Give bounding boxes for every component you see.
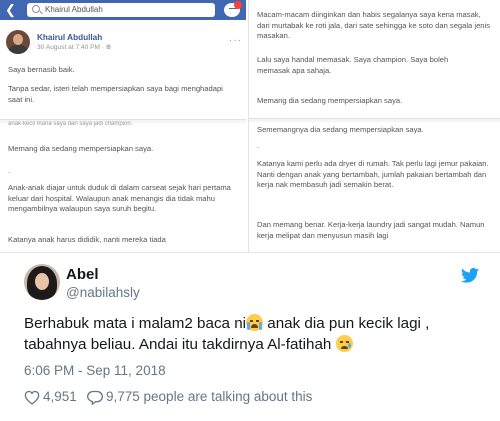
search-icon — [32, 5, 40, 13]
tweet-text-part-2: anak dia pun kecik lagi , — [263, 315, 430, 332]
tweet-author-handle[interactable]: @nabilahsly — [66, 285, 140, 300]
crying-face-icon — [335, 335, 353, 352]
image-divider — [0, 252, 500, 253]
more-options-icon: ··· — [229, 35, 242, 46]
right-text-2: Lalu saya handal memasak. Saya champion.… — [257, 55, 449, 75]
right-text-5: Katanya kami perlu ada dryer di rumah. T… — [257, 159, 489, 190]
tweet-text-part-1: Berhabuk mata i malam2 baca ni — [24, 315, 247, 332]
right-text-6: Dan memang benar. Kerja-kerja laundry ja… — [257, 220, 485, 240]
tweet-attached-image[interactable]: ❮ Khairul Abdullah Khairul Abdullah 30 A… — [0, 0, 500, 252]
heart-icon[interactable] — [24, 390, 40, 405]
facebook-post-screenshot-left: ❮ Khairul Abdullah Khairul Abdullah 30 A… — [0, 0, 246, 252]
like-count[interactable]: 4,951 — [43, 389, 77, 404]
post-text-5: Katanya anak harus dididik, nanti mereka… — [8, 235, 166, 244]
notification-badge — [234, 1, 242, 9]
loudly-crying-face-icon — [246, 314, 264, 331]
twitter-bird-icon[interactable] — [461, 268, 479, 283]
post-author-name: Khairul Abdullah — [37, 33, 103, 42]
post-text-2: Tanpa sedar, isteri telah mempersiapkan … — [8, 84, 223, 104]
post-cut-line: anak-kecil mana saya dari saya jadi cham… — [8, 121, 133, 127]
avatar-face — [35, 273, 49, 290]
tweet-author-name[interactable]: Abel — [66, 266, 99, 283]
talking-count[interactable]: 9,775 people are talking about this — [106, 389, 312, 404]
facebook-search-text: Khairul Abdullah — [45, 5, 103, 14]
tweet-author-avatar[interactable] — [24, 264, 60, 300]
tweet-text: Berhabuk mata i malam2 baca ni anak dia … — [24, 313, 484, 355]
post-text-1: Saya bernasib baik. — [8, 65, 75, 74]
screenshot-cut — [249, 118, 500, 122]
back-arrow-icon: ❮ — [5, 2, 16, 17]
facebook-search-box: Khairul Abdullah — [27, 3, 215, 17]
right-text-1: Macam-macam diinginkan dan habis segalan… — [257, 10, 491, 41]
right-dot: . — [257, 141, 260, 150]
tweet-text-part-3: tabahnya beliau. Andai itu takdirnya Al-… — [24, 336, 336, 353]
right-text-3: Memang dia sedang mempersiapkan saya. — [257, 96, 403, 105]
reply-bubble-icon[interactable] — [87, 390, 103, 405]
post-timestamp: 30 August at 7:40 PM · 🌐︎ — [37, 44, 111, 52]
globe-icon: 🌐︎ — [105, 44, 112, 51]
tweet-timestamp[interactable]: 6:06 PM - Sep 11, 2018 — [24, 363, 166, 378]
right-text-4: Sememangnya dia sedang mempersiapkan say… — [257, 125, 424, 134]
post-timestamp-text: 30 August at 7:40 PM · — [37, 44, 106, 51]
post-text-4: Anak-anak diajar untuk duduk di dalam ca… — [8, 183, 231, 214]
tweet-embed: ❮ Khairul Abdullah Khairul Abdullah 30 A… — [0, 0, 500, 421]
post-text-3: Memang dia sedang mempersiapkan saya. — [8, 144, 154, 153]
post-dot: . — [8, 166, 11, 175]
post-author-avatar — [6, 30, 30, 54]
facebook-post-screenshot-right: Macam-macam diinginkan dan habis segalan… — [248, 0, 500, 252]
facebook-top-bar: ❮ Khairul Abdullah — [0, 0, 246, 20]
